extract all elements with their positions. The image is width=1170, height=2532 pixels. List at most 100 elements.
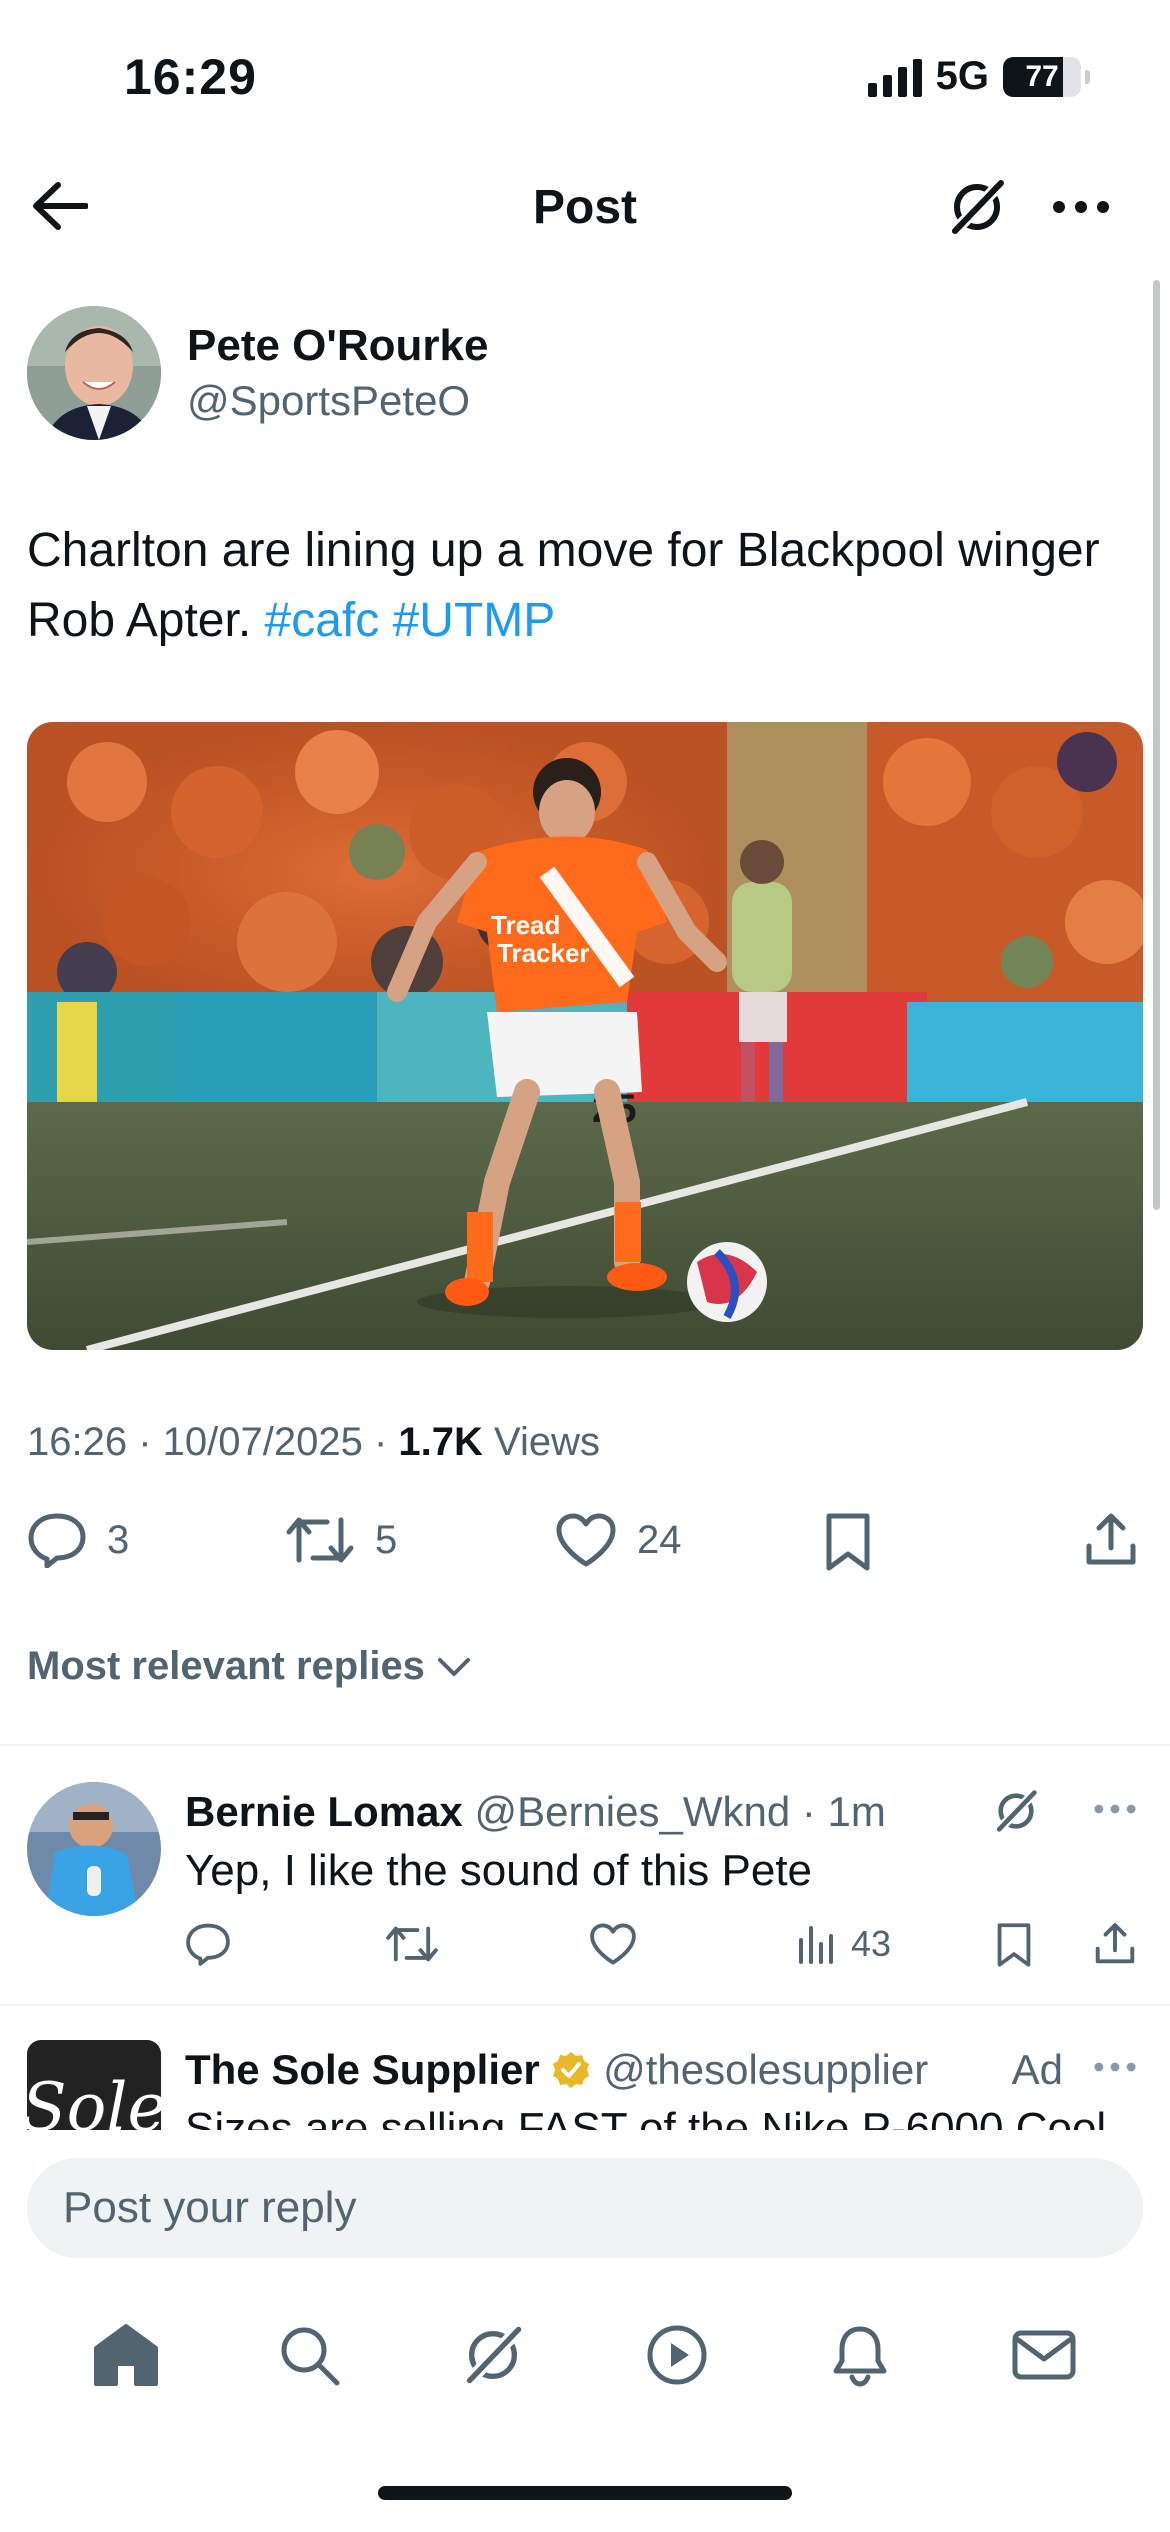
share-icon	[1086, 1513, 1136, 1565]
avatar-photo	[27, 1782, 161, 1916]
more-horizontal-icon	[1053, 201, 1109, 213]
reply-button[interactable]	[185, 1922, 231, 1966]
bookmark-icon	[997, 1923, 1031, 1967]
reply-author-name[interactable]: Bernie Lomax	[185, 1788, 463, 1835]
tab-video[interactable]	[632, 2310, 722, 2400]
tweet-author[interactable]: Pete O'Rourke @SportsPeteO	[27, 306, 488, 440]
messages-icon	[1012, 2330, 1076, 2380]
share-button[interactable]	[1083, 1512, 1139, 1568]
ad-logo[interactable]: Sole	[27, 2040, 167, 2130]
bookmark-button[interactable]	[823, 1512, 873, 1572]
views-label: Views	[482, 1420, 600, 1464]
avatar[interactable]	[27, 1782, 161, 1916]
like-button[interactable]	[589, 1922, 637, 1966]
ad-text: Sizes are selling FAST of the Nike P-600…	[185, 2104, 1107, 2130]
heart-icon	[556, 1513, 616, 1567]
avatar[interactable]	[27, 306, 161, 440]
ad-header: The Sole Supplier @thesolesupplier	[185, 2046, 1143, 2094]
football-photo: Tread Tracker 25	[27, 722, 1143, 1350]
grok-button[interactable]	[993, 1788, 1039, 1839]
grok-icon	[995, 1789, 1038, 1833]
tweet-timestamp[interactable]: 16:26 · 10/07/2025 ·	[27, 1420, 398, 1464]
battery-cap	[1085, 69, 1090, 84]
reply-icon	[186, 1923, 230, 1966]
reply-input[interactable]	[27, 2158, 1143, 2258]
search-icon	[281, 2327, 340, 2386]
grok-icon	[465, 2324, 524, 2386]
notifications-icon	[833, 2326, 887, 2387]
like-button[interactable]: 24	[555, 1512, 682, 1568]
tweet-image[interactable]: Tread Tracker 25	[27, 722, 1143, 1350]
tab-messages[interactable]	[999, 2310, 1089, 2400]
ad-label: Ad	[1011, 2046, 1063, 2093]
ad-item[interactable]: Sole The Sole Supplier @thesolesupplier …	[27, 2040, 1143, 2130]
tweet-actions: 3 5 24	[27, 1512, 1143, 1582]
views-count: 1.7K	[398, 1420, 483, 1464]
ad-author-name[interactable]: The Sole Supplier	[185, 2046, 540, 2093]
repost-count: 5	[375, 1517, 398, 1562]
author-handle[interactable]: @SportsPeteO	[187, 377, 488, 425]
tab-notifications[interactable]	[815, 2310, 905, 2400]
tweet-body: Charlton are lining up a move for Blackp…	[27, 524, 1100, 647]
share-button[interactable]	[1093, 1922, 1137, 1966]
author-info: Pete O'Rourke @SportsPeteO	[187, 321, 488, 425]
replies-sort-label: Most relevant replies	[27, 1644, 425, 1688]
divider	[0, 1744, 1170, 1746]
tab-grok[interactable]	[448, 2310, 538, 2400]
repost-button[interactable]: 5	[285, 1512, 397, 1568]
reply-actions: 43	[185, 1922, 1143, 1978]
reply-author-handle[interactable]: @Bernies_Wknd	[474, 1788, 790, 1835]
tweet-text: Charlton are lining up a move for Blackp…	[27, 516, 1137, 656]
divider	[0, 2004, 1170, 2006]
status-time: 16:29	[124, 49, 257, 105]
home-indicator[interactable]	[378, 2486, 792, 2500]
analytics-icon	[799, 1926, 833, 1964]
scroll-indicator[interactable]	[1153, 280, 1160, 1210]
grok-icon	[950, 178, 1006, 236]
repost-icon	[286, 1517, 354, 1563]
bookmark-button[interactable]	[995, 1922, 1033, 1968]
more-horizontal-icon	[1094, 2062, 1136, 2072]
hashtag-link[interactable]: #UTMP	[393, 594, 556, 647]
shirt-sponsor-line2: Tracker	[497, 938, 590, 968]
reply-icon	[28, 1513, 86, 1568]
status-bar: 16:29 5G 77	[0, 0, 1170, 150]
more-horizontal-icon	[1094, 1804, 1136, 1814]
ad-author-handle[interactable]: @thesolesupplier	[603, 2046, 928, 2093]
battery-icon: 77	[1003, 56, 1081, 97]
more-options-button[interactable]	[1048, 174, 1114, 240]
grok-button[interactable]	[944, 174, 1010, 240]
more-options-button[interactable]	[1093, 1802, 1137, 1820]
reply-count: 3	[107, 1517, 130, 1562]
reply-composer-bar	[0, 2130, 1170, 2290]
cellular-signal-icon	[867, 57, 922, 97]
hashtag-link[interactable]: #cafc	[265, 594, 380, 647]
reply-time: · 1m	[801, 1788, 886, 1835]
battery-percent: 77	[1025, 59, 1059, 93]
replies-sort-selector[interactable]: Most relevant replies	[27, 1644, 471, 1689]
author-name[interactable]: Pete O'Rourke	[187, 321, 488, 371]
tab-search[interactable]	[264, 2310, 354, 2400]
reply-text: Yep, I like the sound of this Pete	[185, 1846, 813, 1895]
tab-home[interactable]	[81, 2310, 171, 2400]
network-type: 5G	[935, 54, 989, 98]
more-options-button[interactable]	[1093, 2060, 1137, 2078]
reply-item[interactable]: Bernie Lomax @Bernies_Wknd · 1m Yep, I l…	[27, 1782, 1143, 1982]
home-icon	[93, 2324, 158, 2386]
shirt-sponsor-line1: Tread	[491, 910, 560, 940]
status-indicators: 5G 77	[867, 54, 1090, 99]
like-count: 24	[637, 1517, 682, 1562]
tweet-meta: 16:26 · 10/07/2025 · 1.7K Views	[27, 1420, 600, 1465]
chevron-down-icon	[437, 1657, 470, 1676]
avatar-photo	[27, 306, 161, 440]
bookmark-icon	[826, 1513, 870, 1571]
views-button[interactable]: 43	[795, 1922, 891, 1966]
repost-button[interactable]	[385, 1922, 439, 1966]
share-icon	[1095, 1923, 1135, 1964]
ad-logo-text: Sole	[27, 2068, 167, 2131]
reply-views-count: 43	[851, 1923, 892, 1964]
repost-icon	[386, 1926, 438, 1962]
reply-button[interactable]: 3	[27, 1512, 129, 1568]
nav-header: Post	[0, 160, 1170, 250]
bottom-tab-bar	[0, 2290, 1170, 2420]
